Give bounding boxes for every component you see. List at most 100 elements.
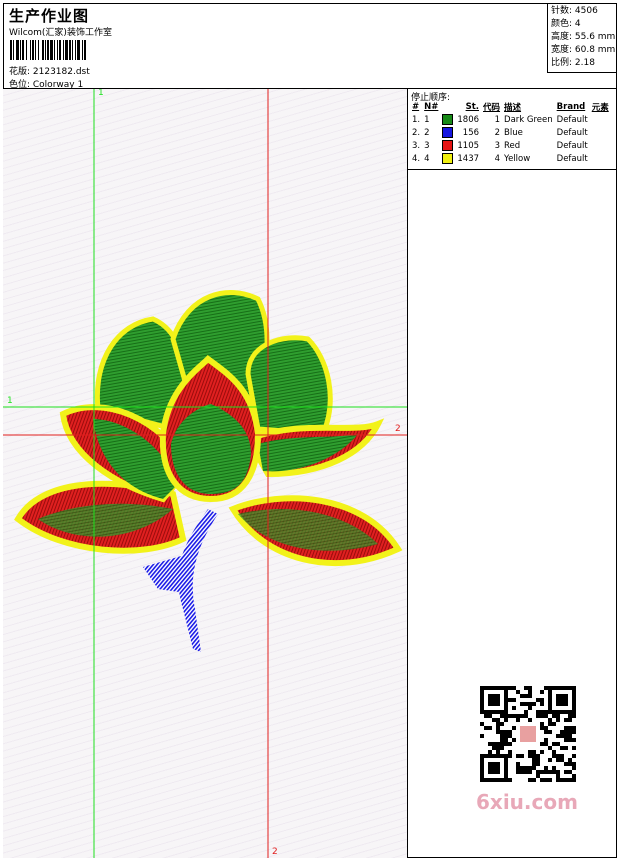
guide-label-v1: 1: [98, 89, 104, 98]
qr-module: [540, 770, 544, 774]
row-needle: 2: [424, 127, 430, 138]
qr-module: [540, 698, 544, 702]
qr-module: [520, 754, 524, 758]
qr-module: [484, 726, 488, 730]
row-swatch: [440, 126, 455, 139]
qr-module: [568, 778, 572, 782]
qr-module: [544, 686, 548, 690]
qr-module: [536, 710, 540, 714]
qr-module: [532, 766, 536, 770]
col-swatch: [440, 101, 455, 113]
row-swatch: [440, 113, 455, 126]
row-element: [590, 139, 611, 152]
qr-module: [536, 774, 540, 778]
qr-module: [512, 726, 516, 730]
barcode-bar: [86, 40, 87, 60]
stats-panel: 针数: 4506 颜色: 4 高度: 55.6 mm 宽度: 60.8 mm 比…: [547, 3, 617, 73]
qr-logo: [520, 726, 536, 742]
qr-finder: [488, 694, 500, 706]
qr-module: [544, 738, 548, 742]
header: 生产作业图 Wilcom(汇家)装饰工作室 花版: 2123182.dst 色位…: [3, 3, 617, 90]
qr-module: [556, 758, 560, 762]
color-row: 1. 1 1806 1 Dark Green Default: [410, 113, 611, 126]
row-description: Dark Green: [504, 114, 553, 125]
qr-module: [512, 714, 516, 718]
qr-module: [544, 730, 548, 734]
qr-module: [572, 766, 576, 770]
qr-module: [504, 742, 508, 746]
qr-module: [556, 742, 560, 746]
row-code: 1: [494, 114, 501, 125]
qr-module: [556, 718, 560, 722]
qr-module: [572, 738, 576, 742]
qr-module: [508, 754, 512, 758]
qr-module: [556, 754, 560, 758]
qr-module: [524, 714, 528, 718]
row-index: 4.: [412, 153, 421, 164]
qr-module: [548, 722, 552, 726]
qr-module: [552, 754, 556, 758]
col-brand: Brand: [556, 102, 586, 112]
qr-module: [500, 722, 504, 726]
qr-module: [500, 734, 504, 738]
qr-module: [564, 730, 568, 734]
qr-module: [544, 766, 548, 770]
col-n: N#: [424, 102, 439, 112]
leaf-stitch: [143, 554, 193, 594]
qr-module: [512, 698, 516, 702]
qr-module: [512, 706, 516, 710]
qr-module: [496, 750, 500, 754]
qr-module: [536, 762, 540, 766]
row-element: [590, 152, 611, 165]
studio-name: Wilcom(汇家)装饰工作室: [9, 28, 112, 38]
row-needle: 1: [424, 114, 430, 125]
qr-module: [536, 770, 540, 774]
qr-module: [564, 746, 568, 750]
qr-module: [520, 714, 524, 718]
qr-module: [568, 738, 572, 742]
qr-module: [512, 738, 516, 742]
qr-module: [508, 730, 512, 734]
row-stitches: 156: [462, 127, 480, 138]
qr-module: [568, 758, 572, 762]
qr-module: [520, 694, 524, 698]
barcode: [10, 40, 142, 60]
qr-module: [532, 754, 536, 758]
qr-module: [564, 726, 568, 730]
row-code: 2: [494, 127, 501, 138]
qr-module: [544, 726, 548, 730]
qr-module: [568, 726, 572, 730]
qr-module: [560, 730, 564, 734]
qr-module: [572, 774, 576, 778]
qr-module: [540, 690, 544, 694]
qr-module: [484, 714, 488, 718]
qr-module: [516, 754, 520, 758]
page-title: 生产作业图: [9, 7, 90, 25]
qr-module: [504, 718, 508, 722]
qr-module: [568, 714, 572, 718]
col-desc: 描述: [504, 103, 522, 113]
qr-module: [548, 758, 552, 762]
qr-module: [572, 754, 576, 758]
watermark: 6xiu.com: [476, 790, 578, 814]
qr-module: [508, 698, 512, 702]
row-brand: Default: [556, 153, 588, 164]
qr-module: [544, 742, 548, 746]
qr-module: [572, 746, 576, 750]
qr-module: [508, 714, 512, 718]
qr-module: [524, 702, 528, 706]
qr-module: [540, 710, 544, 714]
qr-module: [516, 718, 520, 722]
qr-module: [516, 770, 520, 774]
guide-label-v2: 2: [272, 847, 278, 857]
qr-module: [560, 734, 564, 738]
qr-module: [508, 686, 512, 690]
guide-label-h1: 1: [7, 396, 13, 406]
color-row: 3. 3 1105 3 Red Default: [410, 139, 611, 152]
row-needle: 3: [424, 140, 430, 151]
qr-module: [564, 734, 568, 738]
qr-module: [500, 714, 504, 718]
qr-finder: [556, 694, 568, 706]
row-description: Blue: [504, 127, 523, 138]
qr-module: [528, 706, 532, 710]
